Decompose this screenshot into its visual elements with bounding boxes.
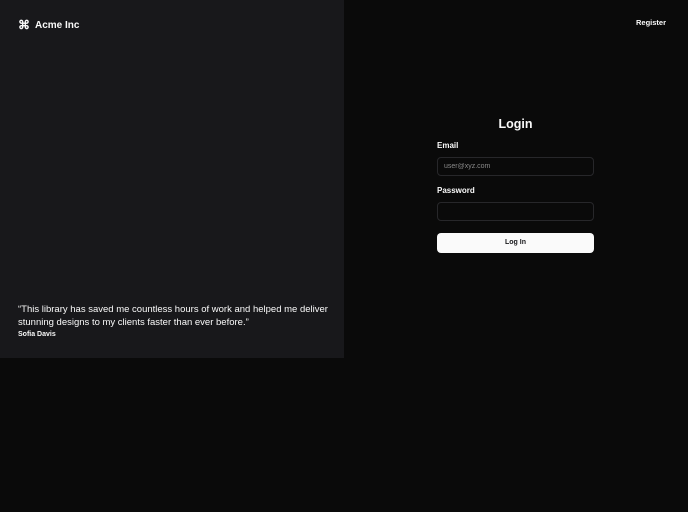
email-label: Email bbox=[437, 141, 459, 150]
login-button[interactable]: Log In bbox=[437, 232, 594, 253]
login-form: Login Email Password Log In bbox=[437, 117, 594, 253]
password-field[interactable] bbox=[437, 202, 594, 221]
testimonial-author: Sofia Davis bbox=[18, 331, 56, 338]
brand-logo: ⌘ Acme Inc bbox=[18, 18, 79, 32]
register-link[interactable]: Register bbox=[636, 18, 666, 27]
testimonial-quote: “This library has saved me countless hou… bbox=[18, 304, 328, 328]
email-field[interactable] bbox=[437, 157, 594, 176]
page-title: Login bbox=[498, 117, 533, 131]
command-icon: ⌘ bbox=[18, 18, 30, 32]
password-label: Password bbox=[437, 186, 475, 195]
brand-name: Acme Inc bbox=[35, 19, 80, 31]
testimonial-panel: ⌘ Acme Inc “This library has saved me co… bbox=[0, 0, 344, 358]
